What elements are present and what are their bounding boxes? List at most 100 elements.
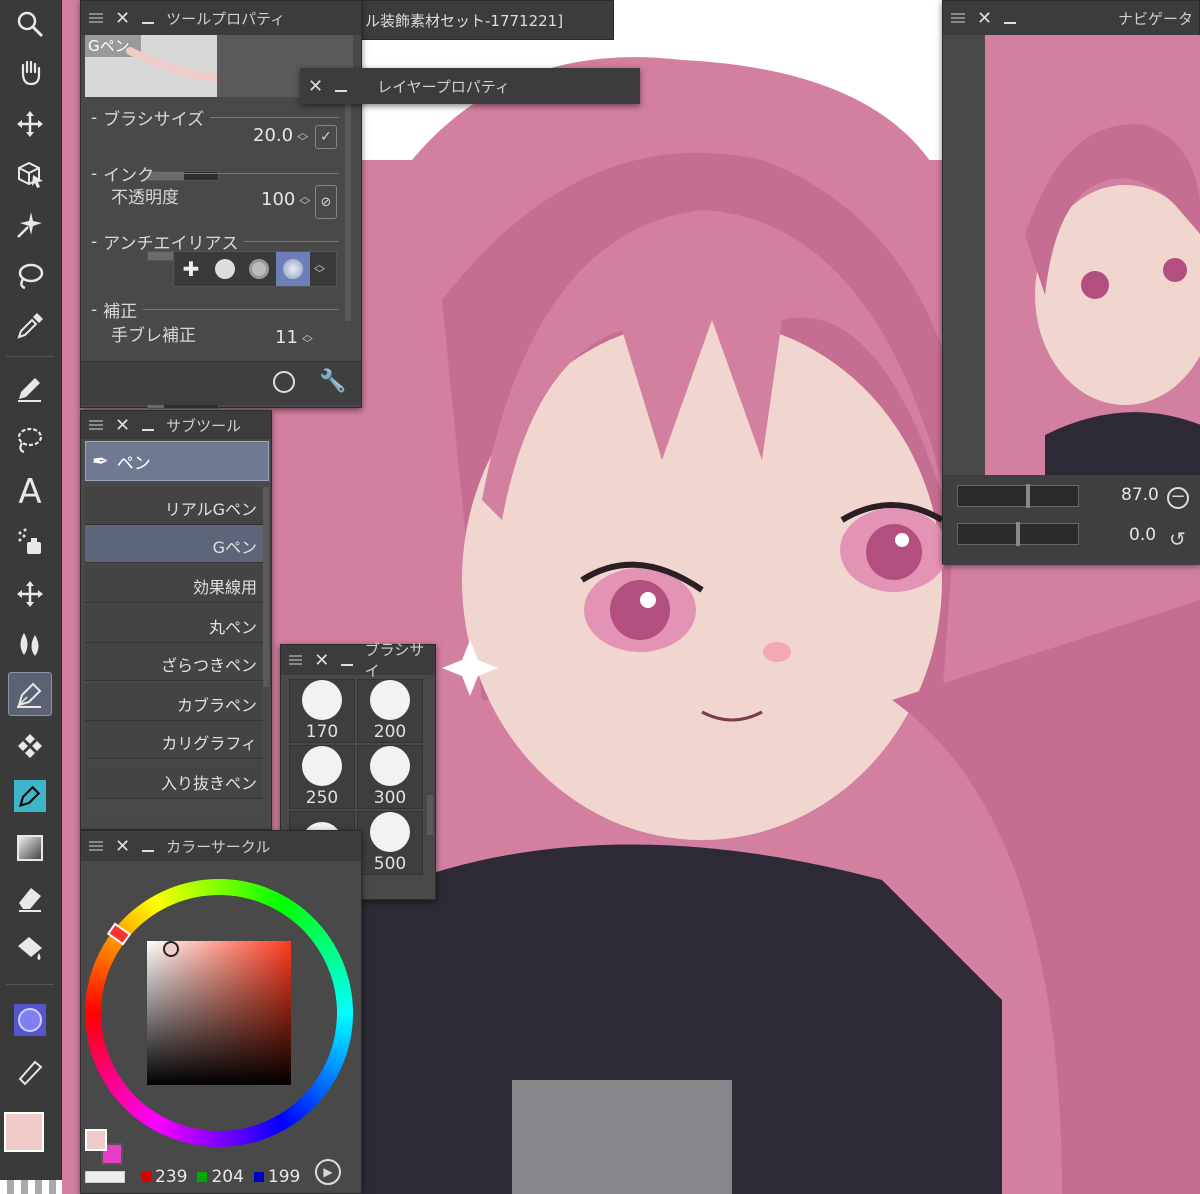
close-icon[interactable]: ✕ [115,415,130,436]
antialias-strong-icon[interactable] [276,252,310,286]
preset-label: 500 [373,854,407,874]
antialias-selector[interactable]: ✚ ︿ ﹀ [173,251,337,287]
ruler-icon[interactable] [8,1050,52,1094]
menu-icon[interactable] [89,841,103,851]
zoom-out-icon[interactable]: − [1167,487,1189,509]
rotate-slider[interactable] [957,522,1079,546]
brush-size-preset[interactable]: 170 [289,679,355,743]
scrollbar[interactable] [427,795,433,835]
transparent-chip[interactable] [85,1171,125,1183]
close-icon[interactable]: ✕ [115,8,130,29]
panel-title: カラーサークル [166,837,271,856]
brush-item[interactable]: 効果線用 [85,565,263,603]
reset-icon[interactable] [273,371,295,393]
preset-label: 170 [305,722,339,742]
zoom-value[interactable]: 87.0 [1121,485,1159,505]
brush-item[interactable]: 丸ペン [85,605,263,643]
object-icon[interactable] [8,152,52,196]
zoom-slider[interactable] [957,484,1079,508]
lasso-icon[interactable] [8,254,52,298]
pen-color-icon[interactable] [8,774,52,818]
brush-item[interactable]: 入り抜きペン [85,761,263,799]
pen-tool-icon[interactable] [8,672,52,716]
lasso-fill-icon[interactable] [8,418,52,462]
text-icon[interactable]: A [8,470,52,514]
panel-title-bar[interactable]: ✕ サブツール [81,411,271,439]
red-value: 239 [155,1167,188,1187]
brush-size-preset[interactable]: 500 [357,811,423,875]
reset-rotation-icon[interactable]: ↺ [1169,527,1186,551]
minimize-icon[interactable] [142,22,155,24]
close-icon[interactable]: ✕ [308,76,323,97]
navigator-preview[interactable] [985,35,1200,475]
sub-tool-group-pen[interactable]: ✒ ペン [85,441,269,481]
wrench-icon[interactable]: 🔧 [319,369,346,394]
color-picker-cursor[interactable] [163,941,179,957]
minimize-icon[interactable] [335,90,348,92]
ruler-circle-icon[interactable] [8,998,52,1042]
panel-title-bar[interactable]: ✕ ツールプロパティ [81,1,361,35]
close-icon[interactable]: ✕ [314,650,329,671]
opacity-spinner[interactable]: ︿ ﹀ [299,191,310,211]
close-icon[interactable]: ✕ [115,836,130,857]
panel-title-bar[interactable]: ✕ カラーサークル [81,831,361,861]
main-color-swatch[interactable] [4,1112,44,1152]
blend-icon[interactable] [8,622,52,666]
rotate-value[interactable]: 0.0 [1129,525,1156,545]
gradient-icon[interactable] [8,826,52,870]
antialias-spinner[interactable]: ︿ ﹀ [314,259,325,279]
scrollbar[interactable] [263,487,269,687]
antialias-medium-icon[interactable] [242,259,276,279]
brush-label: Gペン [212,538,257,557]
brush-item[interactable]: カリグラフィ [85,721,263,759]
brush-item-selected[interactable]: Gペン [85,525,263,563]
menu-icon[interactable] [89,420,103,430]
pen-icon[interactable] [8,366,52,410]
menu-icon[interactable] [89,13,103,23]
minimize-icon[interactable] [142,429,155,431]
decoration-icon[interactable] [8,724,52,768]
minimize-icon[interactable] [1004,22,1017,24]
stabilization-spinner[interactable]: ︿ ﹀ [302,329,313,349]
minimize-icon[interactable] [341,664,353,666]
play-icon[interactable]: ▶ [315,1159,341,1185]
brush-size-preset[interactable]: 300 [357,745,423,809]
antialias-none-icon[interactable]: ✚ [174,257,208,281]
main-color-chip[interactable] [85,1129,107,1151]
fill-icon[interactable] [8,926,52,970]
move-layer-icon[interactable] [8,572,52,616]
brush-size-spinner[interactable]: ︿ ﹀ [297,127,308,147]
saturation-value-square[interactable] [147,941,291,1085]
canvas-tab[interactable]: ル装飾素材セット-1771221] [360,0,614,40]
color-circle-panel: ✕ カラーサークル 239 204 199 ▶ [80,830,362,1194]
transparent-swatch[interactable] [0,1180,62,1194]
panel-title-bar[interactable]: ✕ レイヤープロパティ [300,68,640,104]
opacity-value[interactable]: 100 [261,189,295,210]
opacity-pressure-icon[interactable]: ⊘ [315,185,337,219]
close-icon[interactable]: ✕ [977,8,992,29]
brush-size-preset[interactable]: 250 [289,745,355,809]
antialias-weak-icon[interactable] [208,259,242,279]
brush-label: ざらつきペン [160,656,257,675]
brush-size-value[interactable]: 20.0 [253,125,293,146]
brush-item[interactable]: ざらつきペン [85,643,263,681]
airbrush-icon[interactable] [8,520,52,564]
pressure-toggle-icon[interactable]: ✓ [315,125,337,149]
stabilization-value[interactable]: 11 [275,327,298,348]
green-value: 204 [211,1167,244,1187]
brush-size-preset[interactable]: 200 [357,679,423,743]
menu-icon[interactable] [289,655,303,665]
panel-title-bar[interactable]: ✕ ナビゲータ [943,1,1199,35]
menu-icon[interactable] [951,13,965,23]
panel-title: サブツール [166,416,242,435]
brush-item[interactable]: カブラペン [85,683,263,721]
eyedropper-icon[interactable] [8,304,52,348]
zoom-icon[interactable] [8,2,52,46]
hand-icon[interactable] [8,50,52,94]
move-icon[interactable] [8,102,52,146]
minimize-icon[interactable] [142,850,155,852]
panel-title-bar[interactable]: ✕ ブラシサイ [281,641,435,680]
eraser-icon[interactable] [8,876,52,920]
brush-item[interactable]: リアルGペン [85,487,263,525]
auto-select-icon[interactable] [8,202,52,246]
